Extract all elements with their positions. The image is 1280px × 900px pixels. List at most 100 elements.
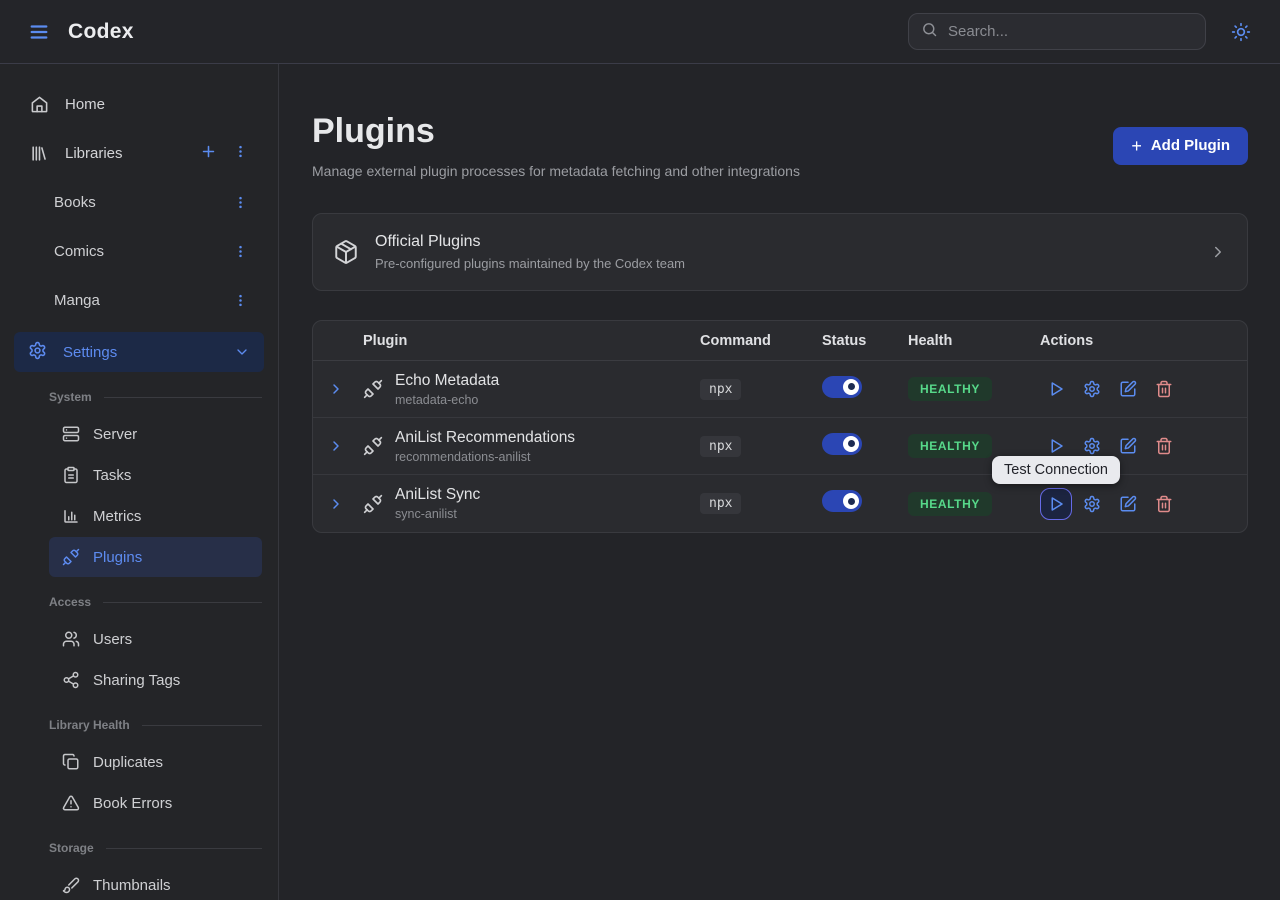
chevron-down-icon [234,344,250,360]
table-row: Echo Metadata metadata-echo npx HEALTHY [313,361,1247,418]
menu-icon[interactable] [22,15,56,49]
health-badge: HEALTHY [908,434,992,458]
app-title: Codex [68,20,134,44]
clipboard-icon [62,466,80,484]
manga-kebab-icon[interactable] [233,293,248,308]
delete-button[interactable] [1148,430,1180,462]
users-icon [62,630,80,648]
alert-triangle-icon [62,794,80,812]
sidebar-item-plugins[interactable]: Plugins [49,537,262,577]
section-label-storage: Storage [49,841,262,855]
sidebar-item-settings[interactable]: Settings [14,332,264,372]
command-chip: npx [700,436,741,457]
sidebar-item-label: Plugins [93,549,142,566]
status-toggle[interactable] [822,376,862,398]
main-content: Plugins Manage external plugin processes… [280,64,1280,900]
section-label-system: System [49,390,262,404]
sidebar-item-users[interactable]: Users [49,619,262,659]
books-kebab-icon[interactable] [233,195,248,210]
sidebar-item-label: Users [93,631,132,648]
sidebar-item-libraries[interactable]: Libraries [16,131,262,175]
library-icon [30,144,49,163]
server-icon [62,425,80,443]
official-plugins-subtitle: Pre-configured plugins maintained by the… [375,256,685,271]
expand-row-icon[interactable] [328,496,344,512]
search-input[interactable] [948,23,1193,40]
sidebar-item-manga[interactable]: Manga [16,278,262,322]
package-icon [333,239,359,265]
table-header: Plugin Command Status Health Actions [313,321,1247,361]
paintbrush-icon [62,876,80,894]
delete-button[interactable] [1148,373,1180,405]
libraries-kebab-icon[interactable] [233,144,248,163]
sidebar-item-home[interactable]: Home [16,82,262,126]
sidebar-item-server[interactable]: Server [49,414,262,454]
add-library-icon[interactable] [200,143,217,164]
test-connection-button[interactable] [1040,488,1072,520]
section-label-access: Access [49,595,262,609]
configure-button[interactable] [1076,488,1108,520]
sidebar: Home Libraries Books Comics [0,64,279,900]
official-plugins-title: Official Plugins [375,233,685,251]
plugin-slug: metadata-echo [395,393,499,407]
search-box[interactable] [908,13,1206,50]
bar-chart-icon [62,507,80,525]
expand-row-icon[interactable] [328,438,344,454]
plug-icon [363,379,383,399]
sidebar-item-label: Metrics [93,508,141,525]
column-header-actions: Actions [1040,333,1247,349]
page-subtitle: Manage external plugin processes for met… [312,163,800,179]
share-icon [62,671,80,689]
status-toggle[interactable] [822,490,862,512]
plug-icon [62,548,80,566]
sidebar-item-label: Thumbnails [93,877,171,894]
sidebar-item-comics[interactable]: Comics [16,229,262,273]
sidebar-item-metrics[interactable]: Metrics [49,496,262,536]
expand-row-icon[interactable] [328,381,344,397]
status-toggle[interactable] [822,433,862,455]
health-badge: HEALTHY [908,377,992,401]
command-chip: npx [700,493,741,514]
plugin-slug: recommendations-anilist [395,450,575,464]
edit-button[interactable] [1112,488,1144,520]
sidebar-item-label: Manga [54,292,100,309]
sidebar-item-label: Books [54,194,96,211]
column-header-status: Status [822,333,908,349]
chevron-right-icon [1209,243,1227,261]
column-header-health: Health [908,333,1040,349]
tooltip-test-connection: Test Connection [992,456,1120,484]
sidebar-item-thumbnails[interactable]: Thumbnails [49,865,262,900]
page-title: Plugins [312,112,800,151]
app-root: Codex Home Libraries [0,0,1280,900]
sidebar-item-label: Libraries [65,145,123,162]
sidebar-item-duplicates[interactable]: Duplicates [49,742,262,782]
sidebar-item-label: Home [65,96,105,113]
plug-icon [363,436,383,456]
column-header-plugin: Plugin [363,333,700,349]
official-plugins-card[interactable]: Official Plugins Pre-configured plugins … [312,213,1248,291]
comics-kebab-icon[interactable] [233,244,248,259]
sidebar-item-tasks[interactable]: Tasks [49,455,262,495]
sidebar-item-books[interactable]: Books [16,180,262,224]
column-header-command: Command [700,333,822,349]
home-icon [30,95,49,114]
theme-toggle-sun-icon[interactable] [1224,15,1258,49]
search-icon [921,21,938,43]
sidebar-item-label: Settings [63,344,117,361]
plugin-name: Echo Metadata [395,372,499,390]
test-connection-button[interactable] [1040,373,1072,405]
plugins-table: Plugin Command Status Health Actions [312,320,1248,533]
command-chip: npx [700,379,741,400]
add-plugin-button[interactable]: + Add Plugin [1113,127,1248,165]
sidebar-item-label: Server [93,426,137,443]
sidebar-item-sharing-tags[interactable]: Sharing Tags [49,660,262,700]
configure-button[interactable] [1076,373,1108,405]
sidebar-item-label: Tasks [93,467,131,484]
plugin-slug: sync-anilist [395,507,480,521]
delete-button[interactable] [1148,488,1180,520]
edit-button[interactable] [1112,373,1144,405]
section-label-library-health: Library Health [49,718,262,732]
gear-icon [28,341,47,364]
sidebar-item-book-errors[interactable]: Book Errors [49,783,262,823]
sidebar-item-label: Book Errors [93,795,172,812]
